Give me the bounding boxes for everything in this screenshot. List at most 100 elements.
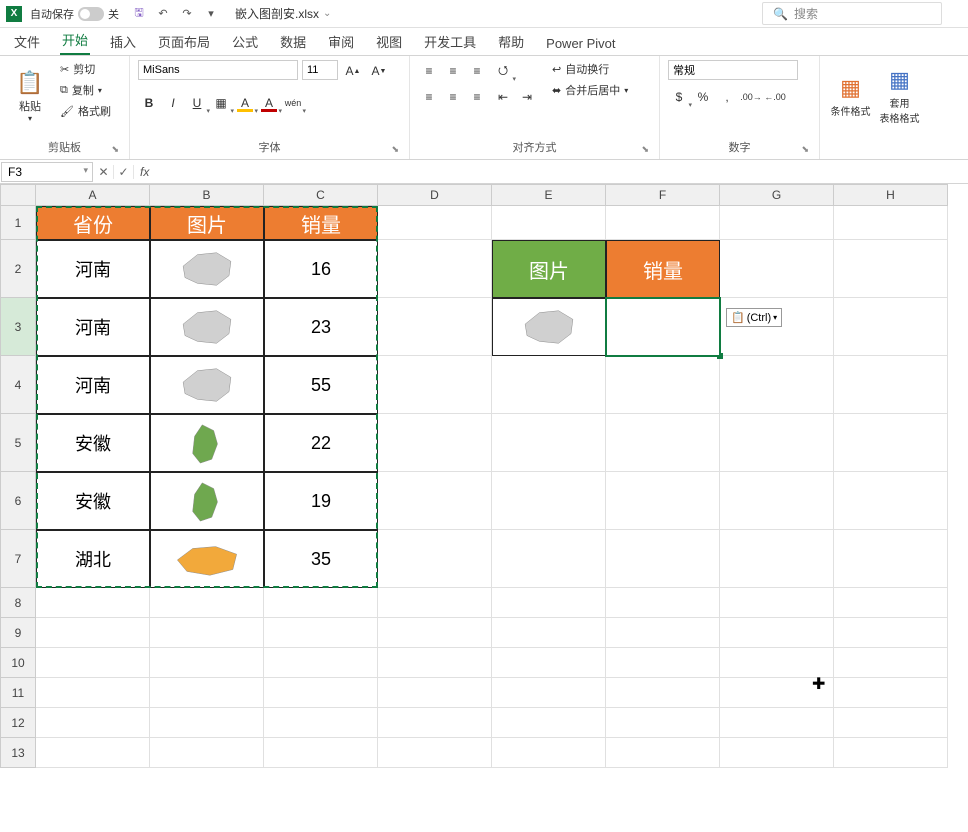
search-box[interactable]: 🔍 搜索 <box>762 2 942 25</box>
row-header-3[interactable]: 3 <box>0 298 36 356</box>
align-right-button[interactable]: ≡ <box>466 86 488 108</box>
cell-B9[interactable] <box>150 618 264 648</box>
col-header-F[interactable]: F <box>606 184 720 206</box>
cell-D1[interactable] <box>378 206 492 240</box>
decrease-font-button[interactable]: A▼ <box>368 60 390 82</box>
cell-H12[interactable] <box>834 708 948 738</box>
cell-G2[interactable] <box>720 240 834 298</box>
cell-D5[interactable] <box>378 414 492 472</box>
increase-indent-button[interactable]: ⇥ <box>516 86 538 108</box>
tab-文件[interactable]: 文件 <box>12 28 42 55</box>
col-header-G[interactable]: G <box>720 184 834 206</box>
cell-F1[interactable] <box>606 206 720 240</box>
name-box[interactable]: F3 <box>1 162 93 182</box>
percent-format-button[interactable]: % <box>692 86 714 108</box>
cell-G7[interactable] <box>720 530 834 588</box>
cell-B10[interactable] <box>150 648 264 678</box>
tab-开发工具[interactable]: 开发工具 <box>422 28 478 55</box>
cell-H9[interactable] <box>834 618 948 648</box>
cell-G8[interactable] <box>720 588 834 618</box>
cell-G6[interactable] <box>720 472 834 530</box>
cell-H5[interactable] <box>834 414 948 472</box>
paste-button[interactable]: 📋 粘贴 ▾ <box>8 60 52 132</box>
cell-A9[interactable] <box>36 618 150 648</box>
cell-G9[interactable] <box>720 618 834 648</box>
align-center-button[interactable]: ≡ <box>442 86 464 108</box>
font-name-select[interactable] <box>138 60 298 80</box>
cell-F6[interactable] <box>606 472 720 530</box>
cell-H10[interactable] <box>834 648 948 678</box>
cell-E5[interactable] <box>492 414 606 472</box>
clipboard-launcher[interactable]: ⬊ <box>111 144 119 155</box>
cell-E7[interactable] <box>492 530 606 588</box>
orientation-button[interactable]: ⭯ <box>492 60 514 82</box>
row-header-5[interactable]: 5 <box>0 414 36 472</box>
row-header-4[interactable]: 4 <box>0 356 36 414</box>
cell-H6[interactable] <box>834 472 948 530</box>
cut-button[interactable]: ✂剪切 <box>56 60 115 78</box>
align-launcher[interactable]: ⬊ <box>641 144 649 155</box>
cell-E1[interactable] <box>492 206 606 240</box>
redo-button[interactable]: ↷ <box>177 4 197 24</box>
table1-prov-5[interactable]: 湖北 <box>36 530 150 588</box>
cell-C11[interactable] <box>264 678 378 708</box>
table1-img-2[interactable] <box>150 356 264 414</box>
col-header-A[interactable]: A <box>36 184 150 206</box>
cell-F4[interactable] <box>606 356 720 414</box>
cell-A13[interactable] <box>36 738 150 768</box>
table1-img-1[interactable] <box>150 298 264 356</box>
tab-帮助[interactable]: 帮助 <box>496 28 526 55</box>
align-left-button[interactable]: ≡ <box>418 86 440 108</box>
cell-D8[interactable] <box>378 588 492 618</box>
select-all-corner[interactable] <box>0 184 36 206</box>
table1-prov-1[interactable]: 河南 <box>36 298 150 356</box>
font-launcher[interactable]: ⬊ <box>391 144 399 155</box>
cell-F5[interactable] <box>606 414 720 472</box>
cell-H13[interactable] <box>834 738 948 768</box>
cell-B13[interactable] <box>150 738 264 768</box>
enter-formula-button[interactable]: ✓ <box>114 165 134 179</box>
row-header-8[interactable]: 8 <box>0 588 36 618</box>
cell-E9[interactable] <box>492 618 606 648</box>
table2-header-1[interactable]: 销量 <box>606 240 720 298</box>
font-color-button[interactable]: A <box>258 92 280 114</box>
cell-H11[interactable] <box>834 678 948 708</box>
tab-视图[interactable]: 视图 <box>374 28 404 55</box>
cell-A11[interactable] <box>36 678 150 708</box>
cell-E13[interactable] <box>492 738 606 768</box>
phonetic-button[interactable]: wén <box>282 92 304 114</box>
cell-G4[interactable] <box>720 356 834 414</box>
cell-D3[interactable] <box>378 298 492 356</box>
table1-prov-3[interactable]: 安徽 <box>36 414 150 472</box>
cell-A8[interactable] <box>36 588 150 618</box>
table1-sales-1[interactable]: 23 <box>264 298 378 356</box>
cell-C9[interactable] <box>264 618 378 648</box>
tab-审阅[interactable]: 审阅 <box>326 28 356 55</box>
cell-H1[interactable] <box>834 206 948 240</box>
cell-H2[interactable] <box>834 240 948 298</box>
paste-options-button[interactable]: 📋(Ctrl)▾ <box>726 308 782 327</box>
cell-G1[interactable] <box>720 206 834 240</box>
align-top-button[interactable]: ≡ <box>418 60 440 82</box>
tab-数据[interactable]: 数据 <box>278 28 308 55</box>
cancel-formula-button[interactable]: ✕ <box>94 165 114 179</box>
align-middle-button[interactable]: ≡ <box>442 60 464 82</box>
cell-F12[interactable] <box>606 708 720 738</box>
cell-E8[interactable] <box>492 588 606 618</box>
row-header-2[interactable]: 2 <box>0 240 36 298</box>
undo-button[interactable]: ↶ <box>153 4 173 24</box>
cell-G12[interactable] <box>720 708 834 738</box>
cell-E4[interactable] <box>492 356 606 414</box>
cell-G11[interactable] <box>720 678 834 708</box>
table1-header-0[interactable]: 省份 <box>36 206 150 240</box>
cell-B8[interactable] <box>150 588 264 618</box>
font-size-select[interactable] <box>302 60 338 80</box>
cell-G10[interactable] <box>720 648 834 678</box>
cell-F8[interactable] <box>606 588 720 618</box>
row-header-11[interactable]: 11 <box>0 678 36 708</box>
number-launcher[interactable]: ⬊ <box>801 144 809 155</box>
table1-sales-4[interactable]: 19 <box>264 472 378 530</box>
italic-button[interactable]: I <box>162 92 184 114</box>
table1-img-4[interactable] <box>150 472 264 530</box>
comma-format-button[interactable]: , <box>716 86 738 108</box>
